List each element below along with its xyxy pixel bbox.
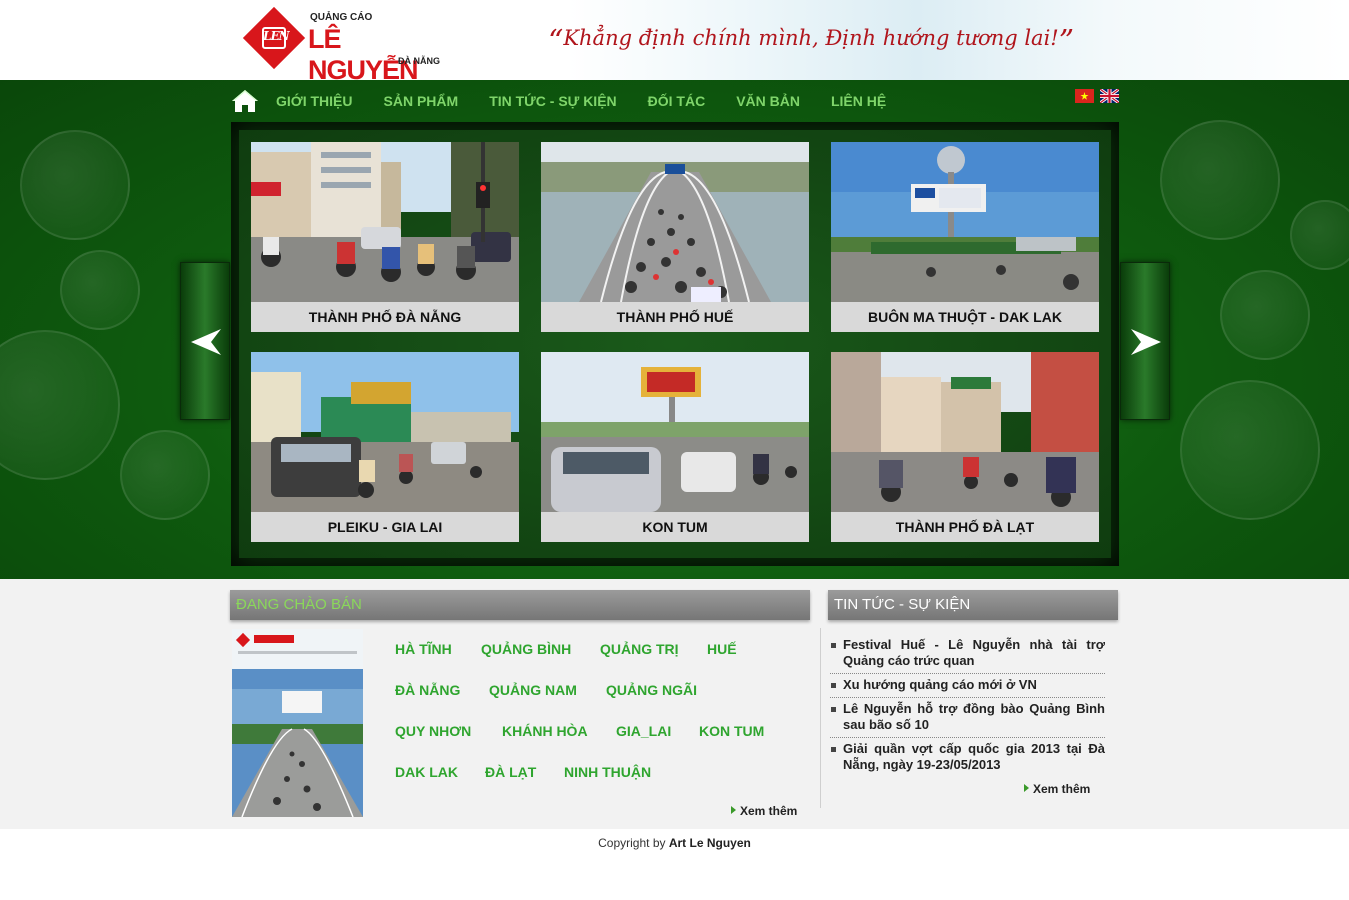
city-link[interactable]: DAK LAK	[395, 764, 458, 780]
logo-tagline: QUẢNG CÁO	[310, 12, 373, 23]
decor-bubble	[60, 250, 140, 330]
card-caption: PLEIKU - GIA LAI	[251, 512, 519, 542]
decor-bubble	[1180, 380, 1320, 520]
bullet-icon	[831, 683, 836, 688]
slogan-text: Khẳng định chính mình, Định hướng tương …	[563, 26, 1059, 50]
photo-da-nang	[251, 142, 519, 302]
photo-hue	[541, 142, 809, 302]
decor-bubble	[120, 430, 210, 520]
city-link[interactable]: ĐÀ LẠT	[485, 764, 536, 780]
news-item-text: Giải quần vợt cấp quốc gia 2013 tại Đà N…	[843, 741, 1105, 772]
nav-item-gioi-thieu[interactable]: GIỚI THIỆU	[276, 93, 353, 109]
photo-buon-ma-thuot	[831, 142, 1099, 302]
copyright: Copyright by Art Le Nguyen	[0, 836, 1349, 850]
card-caption: THÀNH PHỐ ĐÀ NẴNG	[251, 302, 519, 332]
news-more-label: Xem thêm	[1033, 782, 1091, 796]
caret-right-icon	[1024, 784, 1029, 792]
card-caption: THÀNH PHỐ HUẾ	[541, 302, 809, 332]
bullet-icon	[831, 747, 836, 752]
news-separator	[830, 697, 1105, 698]
offers-title: ĐANG CHÀO BÁN	[230, 590, 810, 620]
english-flag-icon[interactable]	[1100, 89, 1119, 103]
news-title: TIN TỨC - SỰ KIỆN	[828, 590, 1118, 620]
card-caption: KON TUM	[541, 512, 809, 542]
bullet-icon	[831, 643, 836, 648]
gallery-card-pleiku[interactable]: PLEIKU - GIA LAI	[251, 352, 519, 542]
decor-bubble	[20, 130, 130, 240]
gallery-card-hue[interactable]: THÀNH PHỐ HUẾ	[541, 142, 809, 332]
nav-item-san-pham[interactable]: SẢN PHẨM	[384, 93, 459, 109]
gallery-card-da-lat[interactable]: THÀNH PHỐ ĐÀ LẠT	[831, 352, 1099, 542]
decor-bubble	[1220, 270, 1310, 360]
open-quote: “	[548, 24, 564, 59]
site-header: LEN QUẢNG CÁO LÊ NGUYỄN ĐÀ NẴNG “Khẳng đ…	[0, 0, 1349, 85]
news-item[interactable]: Giải quần vợt cấp quốc gia 2013 tại Đà N…	[830, 741, 1105, 773]
nav-item-doi-tac[interactable]: ĐỐI TÁC	[648, 93, 706, 109]
nav-item-lien-he[interactable]: LIÊN HỆ	[831, 93, 886, 109]
brochure-image[interactable]	[232, 629, 363, 817]
slogan: “Khẳng định chính mình, Định hướng tương…	[548, 24, 1074, 59]
news-item-text: Xu hướng quảng cáo mới ở VN	[843, 677, 1037, 692]
gallery-card-buon-ma-thuot[interactable]: BUÔN MA THUỘT - DAK LAK	[831, 142, 1099, 332]
home-icon[interactable]	[230, 88, 260, 114]
decor-bubble	[1160, 120, 1280, 240]
vietnamese-flag-icon[interactable]	[1075, 89, 1094, 103]
copyright-prefix: Copyright by	[598, 836, 666, 850]
photo-pleiku	[251, 352, 519, 512]
bullet-icon	[831, 707, 836, 712]
city-link[interactable]: GIA_LAI	[616, 723, 671, 739]
news-item-text: Lê Nguyễn hỗ trợ đồng bào Quảng Bình sau…	[843, 701, 1105, 732]
offers-more-link[interactable]: Xem thêm	[731, 804, 797, 818]
city-link[interactable]: HÀ TĨNH	[395, 641, 452, 657]
panel-divider	[820, 628, 821, 808]
city-link[interactable]: HUẾ	[707, 641, 737, 657]
news-item[interactable]: Lê Nguyễn hỗ trợ đồng bào Quảng Bình sau…	[830, 701, 1105, 733]
photo-da-lat	[831, 352, 1099, 512]
city-link[interactable]: QUẢNG NAM	[489, 682, 577, 698]
offers-more-label: Xem thêm	[740, 804, 798, 818]
city-link[interactable]: QUẢNG TRỊ	[600, 641, 679, 657]
news-item[interactable]: Festival Huế - Lê Nguyễn nhà tài trợ Quả…	[830, 637, 1105, 669]
decor-bubble	[1290, 200, 1349, 270]
city-link[interactable]: QUẢNG NGÃI	[606, 682, 697, 698]
caret-right-icon	[731, 806, 736, 814]
city-link[interactable]: QUẢNG BÌNH	[481, 641, 571, 657]
city-link[interactable]: ĐÀ NẴNG	[395, 682, 460, 698]
news-item[interactable]: Xu hướng quảng cáo mới ở VN	[830, 677, 1105, 693]
gallery-next-button[interactable]	[1120, 262, 1170, 420]
gallery-card-kon-tum[interactable]: KON TUM	[541, 352, 809, 542]
city-link[interactable]: NINH THUẬN	[564, 764, 651, 780]
nav-item-tin-tuc[interactable]: TIN TỨC - SỰ KIỆN	[489, 93, 616, 109]
city-link[interactable]: QUY NHƠN	[395, 723, 471, 739]
logo-brand: LÊ NGUYỄN	[308, 24, 419, 85]
gallery-prev-button[interactable]	[180, 262, 230, 420]
news-separator	[830, 673, 1105, 674]
main-nav: GIỚI THIỆU SẢN PHẨM TIN TỨC - SỰ KIỆN ĐỐ…	[230, 84, 917, 118]
city-link[interactable]: KHÁNH HÒA	[502, 723, 588, 739]
close-quote: ”	[1058, 24, 1075, 59]
card-caption: THÀNH PHỐ ĐÀ LẠT	[831, 512, 1099, 542]
copyright-owner: Art Le Nguyen	[668, 836, 751, 850]
photo-kon-tum	[541, 352, 809, 512]
nav-item-van-ban[interactable]: VĂN BẢN	[736, 93, 800, 109]
news-item-text: Festival Huế - Lê Nguyễn nhà tài trợ Quả…	[843, 637, 1105, 668]
arrow-right-icon	[1131, 329, 1161, 355]
card-caption: BUÔN MA THUỘT - DAK LAK	[831, 302, 1099, 332]
news-more-link[interactable]: Xem thêm	[1024, 782, 1090, 796]
gallery-card-da-nang[interactable]: THÀNH PHỐ ĐÀ NẴNG	[251, 142, 519, 332]
logo-city: ĐÀ NẴNG	[398, 56, 440, 66]
decor-bubble	[0, 330, 120, 480]
news-separator	[830, 737, 1105, 738]
site-logo[interactable]: LEN QUẢNG CÁO LÊ NGUYỄN ĐÀ NẴNG	[242, 6, 446, 85]
language-switcher	[1075, 89, 1119, 103]
arrow-left-icon	[191, 329, 221, 355]
city-link[interactable]: KON TUM	[699, 723, 764, 739]
logo-mark: LEN	[263, 29, 290, 43]
